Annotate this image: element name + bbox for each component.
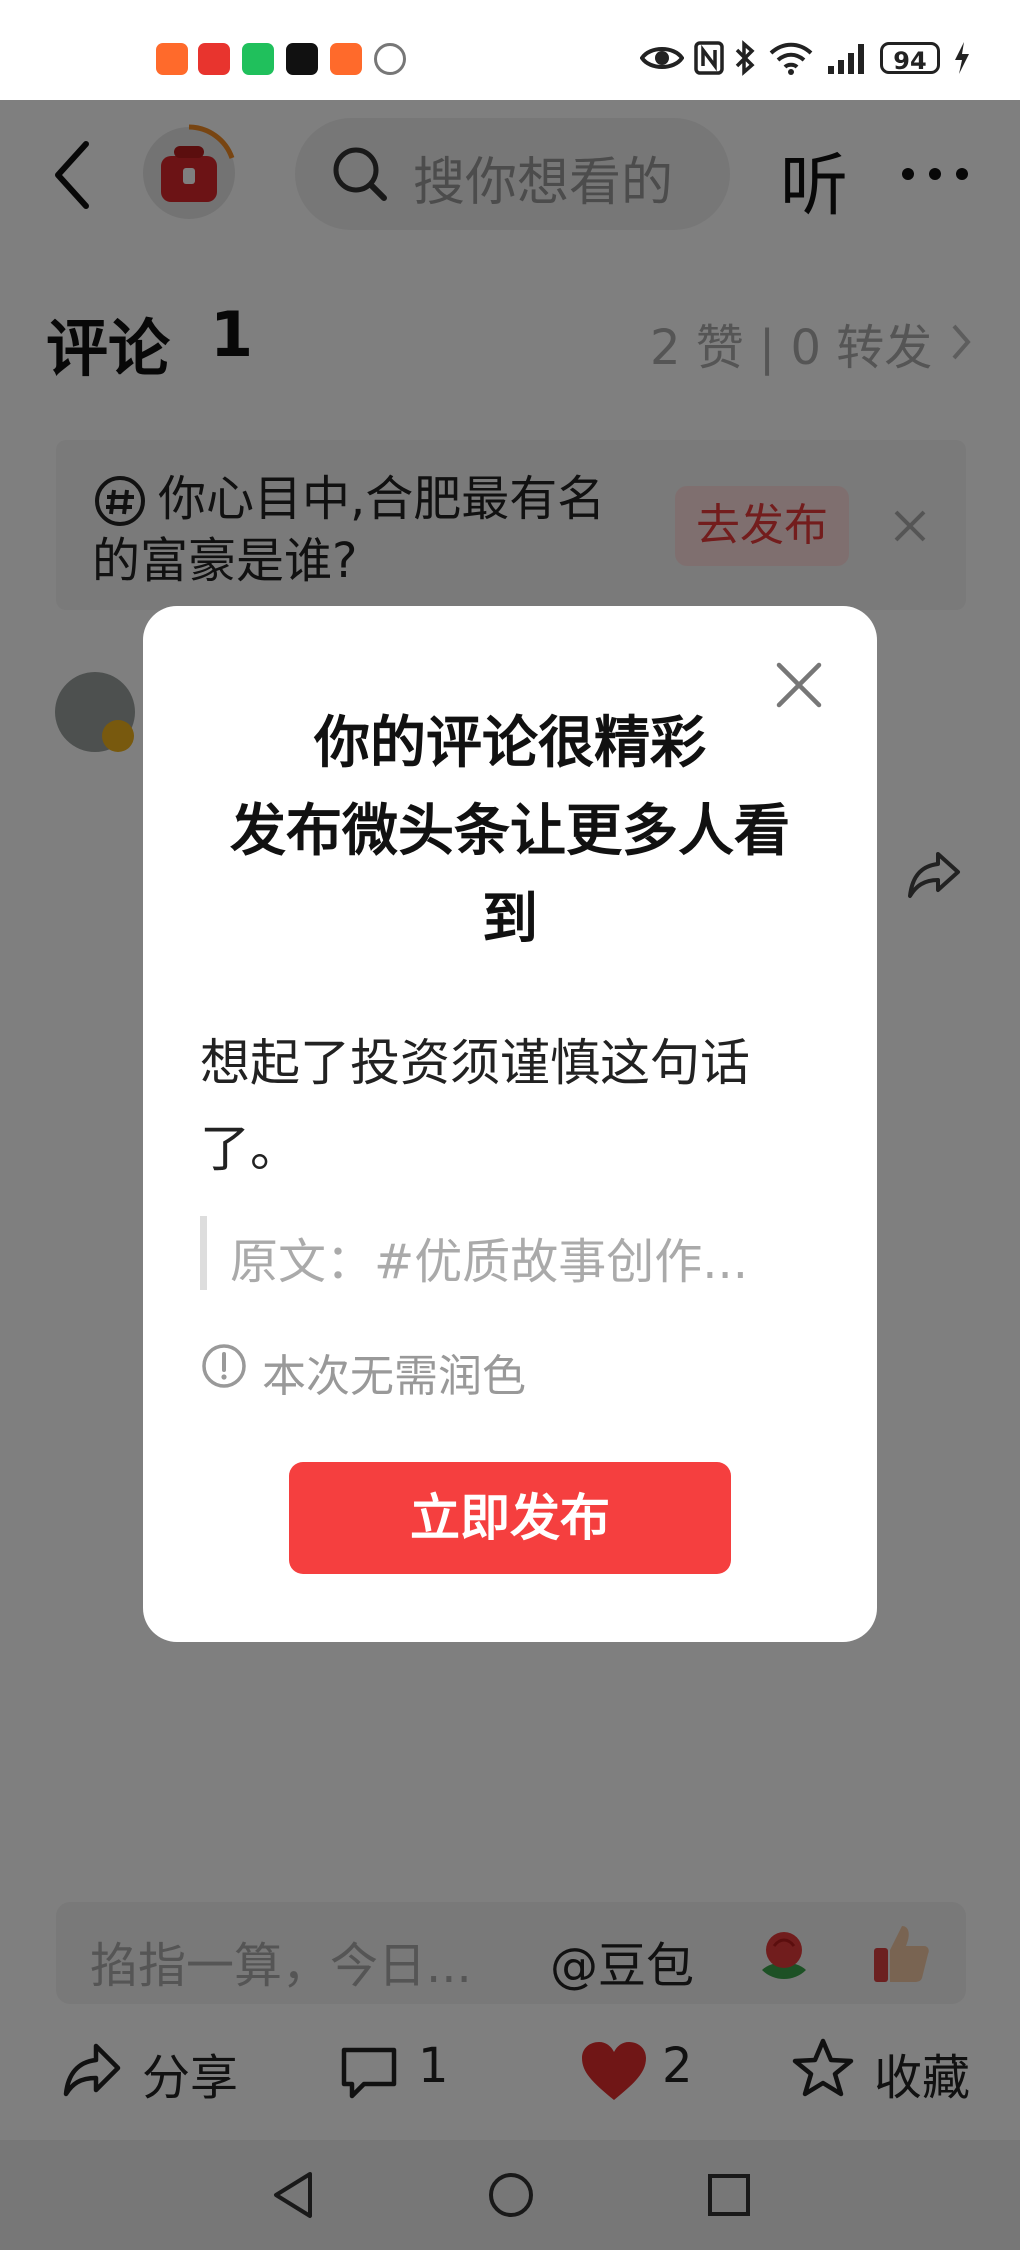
bluetooth-icon — [735, 40, 755, 76]
wifi-icon — [769, 42, 813, 75]
battery-indicator: 94 — [880, 42, 940, 75]
dialog-title-line2: 发布微头条让更多人看到 — [230, 799, 790, 952]
charging-icon — [955, 42, 969, 74]
nav-shade — [0, 2140, 1020, 2250]
no-polish-tip: 本次无需润色 — [262, 1351, 526, 1402]
original-post-text: 原文：#优质故事创作... — [230, 1234, 748, 1290]
eye-icon — [640, 47, 684, 69]
dialog-title: 你的评论很精彩 发布微头条让更多人看到 — [143, 700, 877, 964]
info-exclamation-icon — [202, 1344, 246, 1388]
app-notification-icon — [330, 43, 362, 75]
nfc-icon — [694, 41, 724, 75]
news-app-icon — [198, 43, 230, 75]
dialog-title-line1: 你的评论很精彩 — [314, 711, 706, 776]
signal-icon — [828, 44, 864, 74]
publish-now-button[interactable]: 立即发布 — [289, 1462, 731, 1574]
data-usage-icon — [374, 43, 406, 75]
app-notification-icon — [156, 43, 188, 75]
dialog-comment-text: 想起了投资须谨慎这句话了。 — [200, 1034, 750, 1178]
status-bar: 94 — [0, 0, 1020, 100]
quote-bar — [200, 1216, 207, 1290]
tiktok-icon — [286, 43, 318, 75]
wechat-icon — [242, 43, 274, 75]
